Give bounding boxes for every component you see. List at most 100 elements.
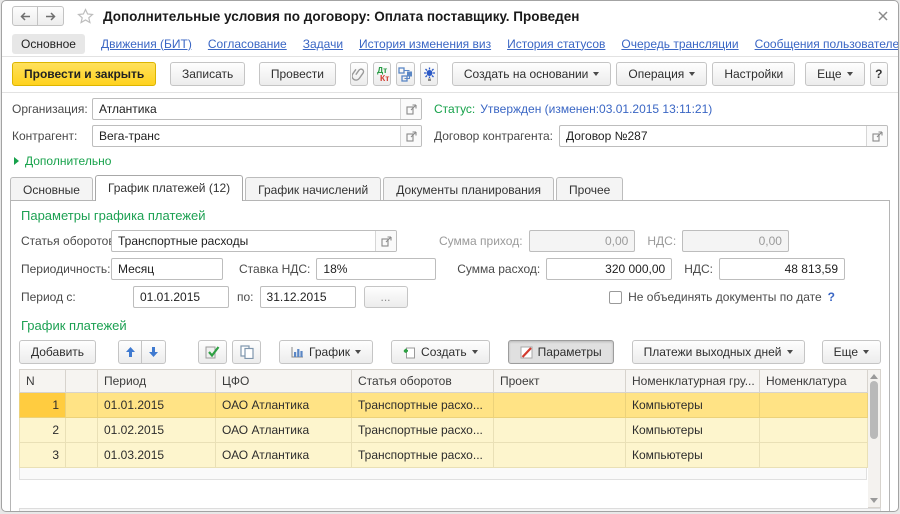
back-button[interactable]	[12, 6, 38, 26]
finish-editing-button[interactable]	[198, 340, 227, 364]
merge-documents-checkbox[interactable]	[609, 291, 622, 304]
chevron-down-icon	[863, 350, 869, 354]
status-label: Статус:	[434, 102, 475, 116]
arrow-up-icon	[125, 346, 136, 358]
col-turnover-item[interactable]: Статья оборотов	[352, 370, 494, 393]
scroll-right-icon[interactable]	[871, 511, 876, 512]
nav-item-translation-queue[interactable]: Очередь трансляции	[621, 37, 738, 51]
weekend-payments-button[interactable]: Платежи выходных дней	[632, 340, 805, 364]
choose-icon	[406, 104, 417, 115]
tab-other[interactable]: Прочее	[556, 177, 623, 201]
choose-icon	[406, 131, 417, 142]
counterparty-choose-button[interactable]	[400, 126, 421, 146]
contract-choose-button[interactable]	[866, 126, 887, 146]
status-link[interactable]: Утвержден (изменен:03.01.2015 13:11:21)	[480, 102, 712, 116]
period-row: Период с: 01.01.2015 по: 31.12.2015 ... …	[19, 284, 881, 312]
scroll-left-icon[interactable]	[24, 511, 29, 512]
help-button[interactable]: ?	[870, 62, 888, 86]
counterparty-input[interactable]: Вега-транс	[92, 125, 422, 147]
horizontal-scrollbar[interactable]	[19, 508, 881, 512]
nav-item-user-messages[interactable]: Сообщения пользователей	[755, 37, 899, 51]
income-sum-input: 0,00	[529, 230, 636, 252]
col-cfo[interactable]: ЦФО	[216, 370, 352, 393]
favorites-button[interactable]	[77, 8, 94, 24]
tab-payment-schedule[interactable]: График платежей (12)	[95, 175, 243, 201]
organization-row: Организация: Атлантика Статус: Утвержден…	[2, 95, 898, 122]
turnover-item-choose-button[interactable]	[375, 231, 396, 251]
nav-item-approval[interactable]: Согласование	[208, 37, 287, 51]
col-number[interactable]: N	[20, 370, 66, 393]
col-nomenclature[interactable]: Номенклатура	[760, 370, 868, 393]
table-row[interactable]: 3 01.03.2015 ОАО Атлантика Транспортные …	[20, 443, 868, 468]
col-project[interactable]: Проект	[494, 370, 626, 393]
contract-input[interactable]: Договор №287	[559, 125, 888, 147]
create-based-on-button[interactable]: Создать на основании	[452, 62, 612, 86]
nav-item-visa-history[interactable]: История изменения виз	[359, 37, 491, 51]
move-up-button[interactable]	[118, 340, 142, 364]
periodicity-input[interactable]: Месяц	[111, 258, 223, 280]
chart-menu-button[interactable]: График	[279, 340, 373, 364]
check-document-icon	[205, 345, 220, 359]
save-button[interactable]: Записать	[170, 62, 245, 86]
settings-button[interactable]: Настройки	[712, 62, 795, 86]
vertical-scroll-thumb[interactable]	[870, 381, 878, 439]
vat-rate-label: Ставка НДС:	[239, 262, 310, 276]
additional-expander[interactable]: Дополнительно	[2, 149, 898, 171]
chevron-down-icon	[593, 72, 599, 76]
organization-choose-button[interactable]	[400, 99, 421, 119]
merge-help-link[interactable]: ?	[828, 290, 835, 304]
expense-vat-input[interactable]: 48 813,59	[719, 258, 845, 280]
move-down-button[interactable]	[142, 340, 166, 364]
nav-item-movements[interactable]: Движения (БИТ)	[101, 37, 192, 51]
col-marker[interactable]	[66, 370, 98, 393]
organization-input[interactable]: Атлантика	[92, 98, 422, 120]
nav-item-status-history[interactable]: История статусов	[507, 37, 605, 51]
table-more-button[interactable]: Еще	[822, 340, 881, 364]
hint-lamp-button[interactable]	[420, 62, 438, 86]
chevron-right-icon	[14, 157, 19, 165]
income-vat-label: НДС:	[647, 234, 676, 248]
table-more-label: Еще	[834, 345, 858, 359]
col-period[interactable]: Период	[98, 370, 216, 393]
choose-icon	[381, 236, 392, 247]
additional-link[interactable]: Дополнительно	[25, 154, 111, 168]
tab-planning-documents[interactable]: Документы планирования	[383, 177, 554, 201]
turnover-item-input[interactable]: Транспортные расходы	[111, 230, 397, 252]
history-nav-buttons	[12, 6, 64, 26]
col-nomenclature-group[interactable]: Номенклатурная гру...	[626, 370, 760, 393]
scroll-down-icon[interactable]	[870, 498, 878, 503]
nav-item-tasks[interactable]: Задачи	[303, 37, 343, 51]
forward-button[interactable]	[38, 6, 64, 26]
table-row[interactable]: 2 01.02.2015 ОАО Атлантика Транспортные …	[20, 418, 868, 443]
scroll-up-icon[interactable]	[870, 374, 878, 379]
weekend-payments-label: Платежи выходных дней	[644, 345, 782, 359]
expense-vat-label: НДС:	[684, 262, 713, 276]
copy-row-button[interactable]	[232, 340, 261, 364]
lamp-icon	[422, 67, 437, 82]
horizontal-scroll-thumb[interactable]	[33, 511, 600, 512]
expense-sum-input[interactable]: 320 000,00	[546, 258, 672, 280]
close-button[interactable]	[878, 11, 888, 21]
period-picker-button[interactable]: ...	[364, 286, 408, 308]
attachments-button[interactable]	[350, 62, 368, 86]
related-documents-button[interactable]	[396, 62, 414, 86]
parameters-toggle-button[interactable]: Параметры	[508, 340, 614, 364]
chevron-down-icon	[472, 350, 478, 354]
period-to-input[interactable]: 31.12.2015	[260, 286, 356, 308]
back-arrow-icon	[20, 12, 31, 21]
add-row-button[interactable]: Добавить	[19, 340, 96, 364]
post-and-close-button[interactable]: Провести и закрыть	[12, 62, 156, 86]
vertical-scrollbar[interactable]	[868, 369, 881, 508]
dtkt-icon: Дт Кт	[375, 66, 389, 82]
dtkt-postings-button[interactable]: Дт Кт	[373, 62, 391, 86]
vat-rate-input[interactable]: 18%	[316, 258, 436, 280]
tab-main[interactable]: Основные	[10, 177, 93, 201]
create-menu-button[interactable]: Создать	[391, 340, 490, 364]
nav-item-main[interactable]: Основное	[12, 34, 85, 54]
post-button[interactable]: Провести	[259, 62, 336, 86]
tab-accrual-schedule[interactable]: График начислений	[245, 177, 381, 201]
operation-button[interactable]: Операция	[616, 62, 707, 86]
period-from-input[interactable]: 01.01.2015	[133, 286, 229, 308]
table-row-selected[interactable]: 1 01.01.2015 ОАО Атлантика Транспортные …	[20, 393, 868, 418]
more-button[interactable]: Еще	[805, 62, 864, 86]
